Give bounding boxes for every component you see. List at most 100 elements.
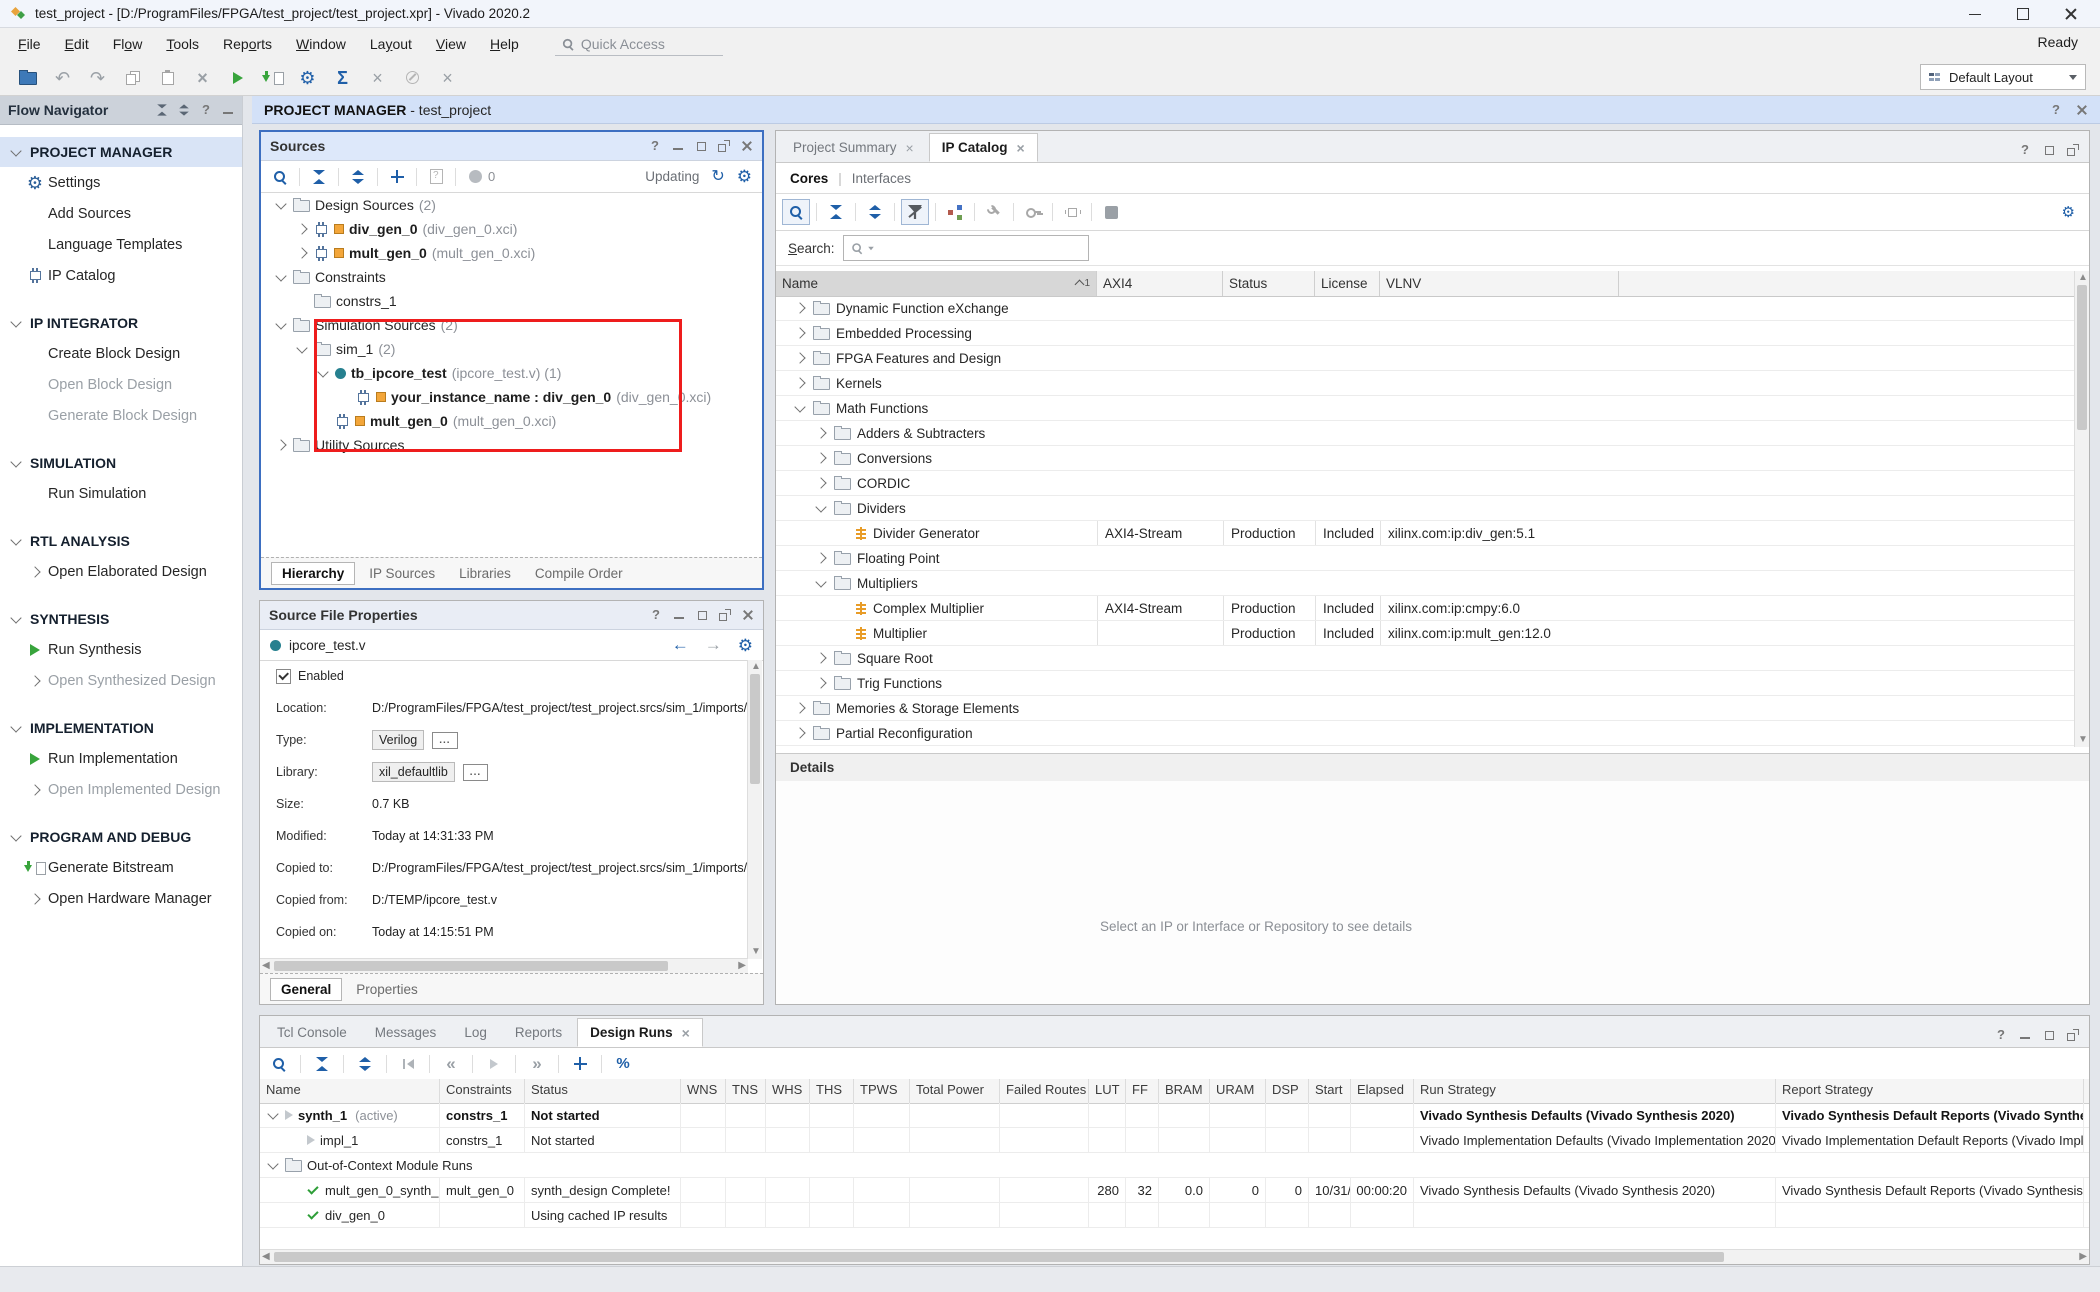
column-header-axi4[interactable]: AXI4 (1097, 271, 1223, 296)
run-icon[interactable] (481, 1052, 507, 1076)
scroll-up-icon[interactable]: ▲ (751, 660, 761, 674)
chevron-right-icon[interactable] (29, 675, 40, 686)
menu-reports[interactable]: Reports (211, 32, 284, 56)
percent-icon[interactable]: % (610, 1052, 636, 1076)
chevron-down-icon[interactable] (317, 366, 328, 377)
forbidden-button[interactable] (395, 65, 430, 91)
sources-tree-row-div-gen-0[interactable]: div_gen_0 (div_gen_0.xci) (261, 217, 762, 241)
chevron-down-icon[interactable] (10, 145, 21, 156)
flow-item-settings[interactable]: ⚙Settings (0, 167, 242, 198)
scroll-down-icon[interactable]: ▼ (751, 945, 761, 959)
search-icon[interactable] (782, 199, 810, 225)
flow-item-language-templates[interactable]: Language Templates (0, 229, 242, 260)
sources-tree-row-your-instance-name-div-gen-0[interactable]: your_instance_name : div_gen_0 (div_gen_… (261, 385, 762, 409)
chevron-right-icon[interactable] (29, 893, 40, 904)
messages-badge-icon[interactable] (462, 165, 488, 189)
chevron-right-icon[interactable] (815, 552, 826, 563)
column-header-constraints[interactable]: Constraints (440, 1079, 525, 1103)
chevron-down-icon[interactable] (815, 576, 826, 587)
bottom-tab-reports[interactable]: Reports (502, 1018, 575, 1047)
ellipsis-button[interactable]: ... (463, 764, 488, 781)
maximize-button[interactable] (2016, 7, 2030, 21)
column-header-elapsed[interactable]: Elapsed (1351, 1079, 1414, 1103)
close-icon[interactable]: × (682, 1025, 690, 1041)
float-panel-icon[interactable] (718, 140, 730, 152)
close-icon[interactable]: × (906, 140, 914, 156)
sources-tab-libraries[interactable]: Libraries (449, 563, 521, 584)
column-header-report_strategy[interactable]: Report Strategy (1776, 1079, 2084, 1103)
collapse-all-icon[interactable] (823, 200, 849, 224)
close-button[interactable] (2064, 7, 2078, 21)
column-header-start[interactable]: Start (1309, 1079, 1351, 1103)
ip-row-cordic[interactable]: CORDIC (776, 471, 2075, 496)
sources-tree-row-utility-sources[interactable]: Utility Sources (261, 433, 762, 457)
open-folder-button[interactable] (10, 65, 45, 91)
ip-row-floating-point[interactable]: Floating Point (776, 546, 2075, 571)
close-panel-icon[interactable] (742, 609, 754, 621)
chevron-right-icon[interactable] (794, 302, 805, 313)
close-icon[interactable]: × (1017, 140, 1025, 156)
menu-layout[interactable]: Layout (358, 32, 424, 56)
sources-tree-row-sim-1[interactable]: sim_1 (2) (261, 337, 762, 361)
flow-section-header-synthesis[interactable]: SYNTHESIS (0, 604, 242, 634)
chevron-right-icon[interactable] (794, 377, 805, 388)
ip-row-dividers[interactable]: Dividers (776, 496, 2075, 521)
flow-item-open-hardware-manager[interactable]: Open Hardware Manager (0, 883, 242, 914)
sfp-vertical-scrollbar[interactable]: ▲ ▼ (747, 660, 762, 959)
cancel-button[interactable]: × (430, 65, 465, 91)
help-icon[interactable] (2050, 104, 2062, 116)
menu-help[interactable]: Help (478, 32, 531, 56)
column-header-vlnv[interactable]: VLNV (1380, 271, 1619, 296)
refresh-icon[interactable]: ↻ (711, 169, 724, 185)
chevron-down-icon[interactable] (267, 1158, 278, 1169)
sources-tree-row-constraints[interactable]: Constraints (261, 265, 762, 289)
chevron-right-icon[interactable] (815, 677, 826, 688)
add-sources-icon[interactable] (384, 165, 410, 189)
chevron-down-icon[interactable] (10, 721, 21, 732)
open-file-icon[interactable] (423, 165, 449, 189)
ip-row-multipliers[interactable]: Multipliers (776, 571, 2075, 596)
max-panel-icon[interactable] (2043, 1029, 2055, 1041)
settings-gear-icon[interactable]: ⚙ (738, 637, 753, 654)
column-header-wns[interactable]: WNS (681, 1079, 726, 1103)
chevron-right-icon[interactable] (815, 452, 826, 463)
copy-button[interactable] (115, 65, 150, 91)
flow-item-generate-block-design[interactable]: Generate Block Design (0, 400, 242, 431)
chevron-right-icon[interactable] (275, 439, 286, 450)
settings-gear-button[interactable]: ⚙ (290, 65, 325, 91)
filter-compatible-icon[interactable] (901, 199, 929, 225)
ip-row-square-root[interactable]: Square Root (776, 646, 2075, 671)
enabled-checkbox[interactable] (276, 669, 291, 684)
run-row-div-gen-0[interactable]: div_gen_0Using cached IP results (260, 1203, 2089, 1228)
help-icon[interactable] (650, 609, 662, 621)
scroll-left-icon[interactable]: ◀ (262, 959, 270, 973)
sources-tree-row-constrs-1[interactable]: constrs_1 (261, 289, 762, 313)
menu-window[interactable]: Window (284, 32, 358, 56)
menu-flow[interactable]: Flow (101, 32, 155, 56)
chevron-right-icon[interactable] (794, 727, 805, 738)
float-panel-icon[interactable] (719, 609, 731, 621)
chevron-right-icon[interactable] (815, 652, 826, 663)
minimize-button[interactable] (1968, 7, 1982, 21)
flow-item-add-sources[interactable]: Add Sources (0, 198, 242, 229)
flow-item-run-simulation[interactable]: Run Simulation (0, 478, 242, 509)
flow-item-generate-bitstream[interactable]: Generate Bitstream (0, 852, 242, 883)
ip-settings-icon[interactable] (1059, 200, 1085, 224)
undo-button[interactable]: ↶ (45, 65, 80, 91)
ip-row-adders-subtracters[interactable]: Adders & Subtracters (776, 421, 2075, 446)
chevron-right-icon[interactable] (815, 477, 826, 488)
bottom-tab-messages[interactable]: Messages (362, 1018, 450, 1047)
help-icon[interactable] (200, 104, 212, 116)
bottom-tab-tcl-console[interactable]: Tcl Console (264, 1018, 360, 1047)
settings-gear-icon[interactable]: ⚙ (2062, 205, 2083, 220)
minimize-panel-icon[interactable] (673, 609, 685, 621)
column-header-failed_routes[interactable]: Failed Routes (1000, 1079, 1089, 1103)
go-next-icon[interactable]: » (524, 1052, 550, 1076)
sources-tree-row-mult-gen-0[interactable]: mult_gen_0 (mult_gen_0.xci) (261, 241, 762, 265)
collapse-all-icon[interactable] (309, 1052, 335, 1076)
scroll-right-icon[interactable]: ▶ (738, 959, 746, 973)
scroll-down-icon[interactable]: ▼ (2078, 733, 2088, 747)
close-panel-icon[interactable] (741, 140, 753, 152)
column-header-name[interactable]: Name1 (776, 271, 1097, 296)
chevron-right-icon[interactable] (29, 784, 40, 795)
